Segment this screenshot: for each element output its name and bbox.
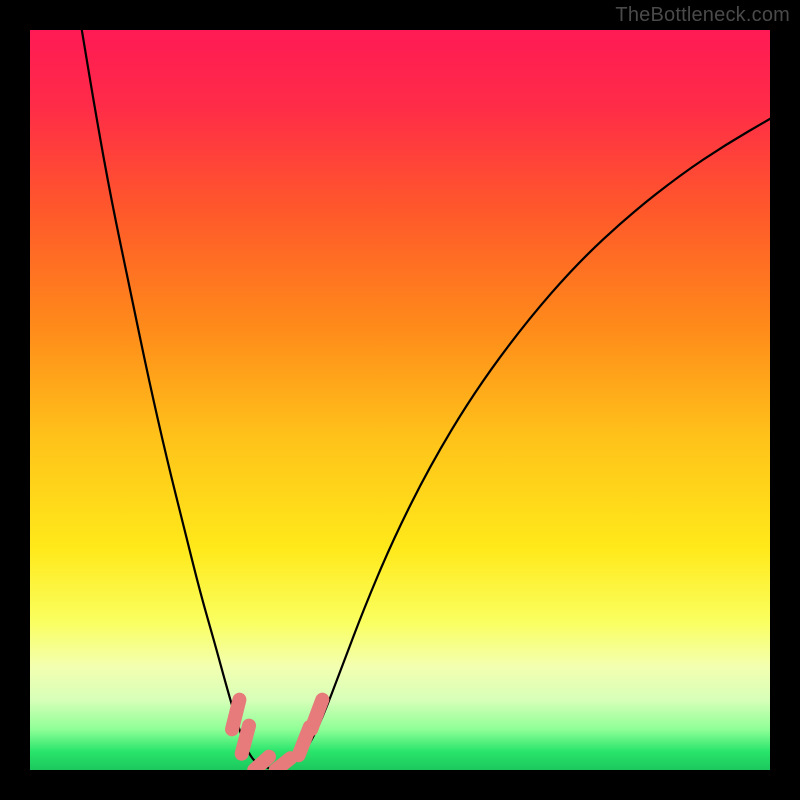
marker-m1: [232, 700, 239, 730]
marker-m3: [254, 757, 269, 770]
chart-frame: TheBottleneck.com: [0, 0, 800, 800]
chart-plot: [30, 30, 770, 770]
marker-m2: [242, 726, 249, 754]
watermark-text: TheBottleneck.com: [615, 4, 790, 27]
marker-m4: [276, 758, 291, 770]
gradient-background: [30, 30, 770, 770]
